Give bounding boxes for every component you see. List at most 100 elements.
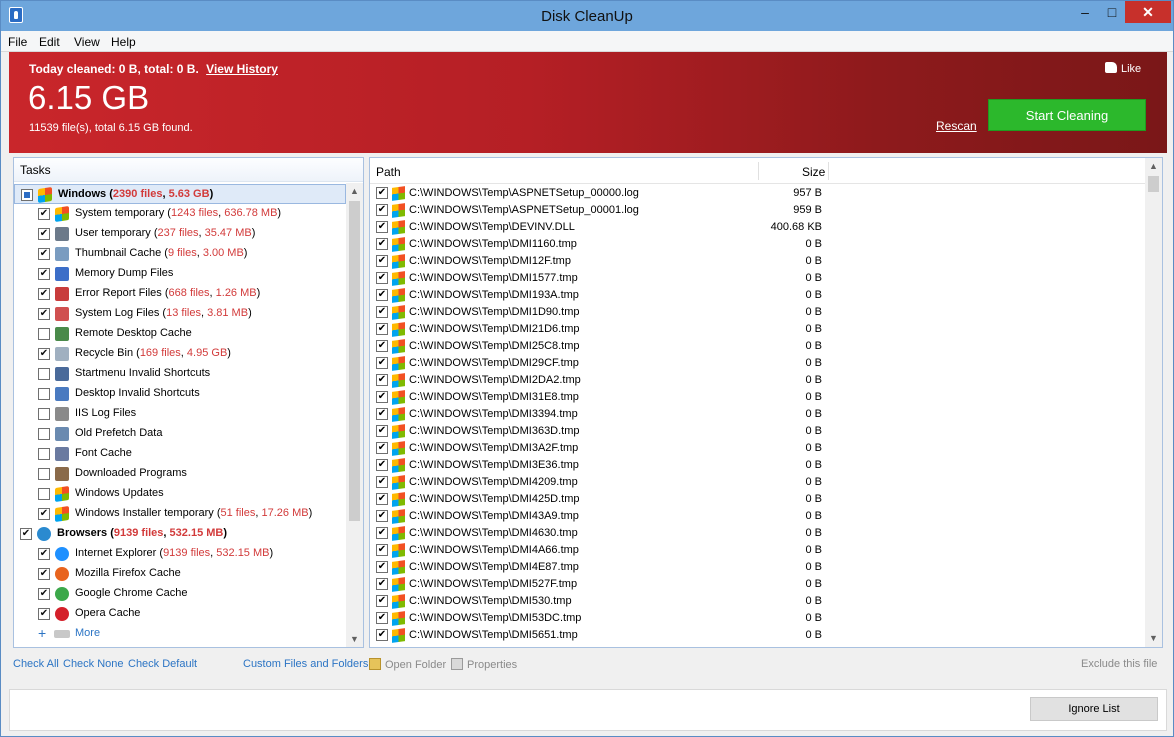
scroll-down-arrow-icon[interactable]: ▼ <box>1145 630 1162 647</box>
file-row[interactable]: ✔ C:\WINDOWS\Temp\DMI193A.tmp 0 B <box>370 287 1146 304</box>
file-checkbox[interactable]: ✔ <box>376 340 388 352</box>
column-separator[interactable] <box>828 162 829 180</box>
task-checkbox[interactable] <box>38 428 50 440</box>
file-checkbox[interactable]: ✔ <box>376 476 388 488</box>
file-row[interactable]: ✔ C:\WINDOWS\Temp\DMI21D6.tmp 0 B <box>370 321 1146 338</box>
task-item-row[interactable]: Windows Updates <box>14 484 346 504</box>
task-checkbox[interactable]: ✔ <box>38 268 50 280</box>
file-checkbox[interactable]: ✔ <box>376 221 388 233</box>
scroll-thumb[interactable] <box>1148 176 1159 192</box>
ignore-list-button[interactable]: Ignore List <box>1030 697 1158 721</box>
file-checkbox[interactable]: ✔ <box>376 357 388 369</box>
file-row[interactable]: ✔ C:\WINDOWS\Temp\DMI25C8.tmp 0 B <box>370 338 1146 355</box>
file-row[interactable]: ✔ C:\WINDOWS\Temp\DMI31E8.tmp 0 B <box>370 389 1146 406</box>
file-row[interactable]: ✔ C:\WINDOWS\Temp\DMI4A66.tmp 0 B <box>370 542 1146 559</box>
menu-edit[interactable]: Edit <box>39 35 60 49</box>
file-row[interactable]: ✔ C:\WINDOWS\Temp\DMI2DA2.tmp 0 B <box>370 372 1146 389</box>
rescan-link[interactable]: Rescan <box>936 119 977 133</box>
menu-file[interactable]: File <box>8 35 27 49</box>
file-checkbox[interactable]: ✔ <box>376 544 388 556</box>
file-row[interactable]: ✔ C:\WINDOWS\Temp\ASPNETSetup_00001.log 95… <box>370 202 1146 219</box>
file-checkbox[interactable]: ✔ <box>376 493 388 505</box>
file-row[interactable]: ✔ C:\WINDOWS\Temp\DMI43A9.tmp 0 B <box>370 508 1146 525</box>
file-list-scrollbar[interactable]: ▲ ▼ <box>1145 158 1162 647</box>
file-checkbox[interactable]: ✔ <box>376 459 388 471</box>
task-checkbox[interactable]: ✔ <box>38 608 50 620</box>
file-checkbox[interactable]: ✔ <box>376 442 388 454</box>
task-item-row[interactable]: ✔ Windows Installer temporary (51 files, … <box>14 504 346 524</box>
file-checkbox[interactable]: ✔ <box>376 629 388 641</box>
task-checkbox[interactable] <box>21 189 33 201</box>
more-tasks-row[interactable]: + More <box>14 624 346 644</box>
task-checkbox[interactable]: ✔ <box>38 508 50 520</box>
exclude-file-link[interactable]: Exclude this file <box>1081 658 1157 670</box>
file-checkbox[interactable]: ✔ <box>376 595 388 607</box>
task-item-row[interactable]: Remote Desktop Cache <box>14 324 346 344</box>
close-button[interactable]: ✕ <box>1125 1 1171 23</box>
file-row[interactable]: ✔ C:\WINDOWS\Temp\DMI5651.tmp 0 B <box>370 627 1146 644</box>
task-checkbox[interactable]: ✔ <box>38 348 50 360</box>
maximize-button[interactable]: □ <box>1098 1 1126 23</box>
file-checkbox[interactable]: ✔ <box>376 510 388 522</box>
task-item-row[interactable]: Downloaded Programs <box>14 464 346 484</box>
task-item-row[interactable]: ✔ Recycle Bin (169 files, 4.95 GB) <box>14 344 346 364</box>
menu-view[interactable]: View <box>74 35 100 49</box>
task-checkbox[interactable]: ✔ <box>38 288 50 300</box>
file-row[interactable]: ✔ C:\WINDOWS\Temp\DMI4630.tmp 0 B <box>370 525 1146 542</box>
task-checkbox[interactable] <box>38 448 50 460</box>
task-item-row[interactable]: ✔ System Log Files (13 files, 3.81 MB) <box>14 304 346 324</box>
file-checkbox[interactable]: ✔ <box>376 238 388 250</box>
task-item-row[interactable]: ✔ System temporary (1243 files, 636.78 MB… <box>14 204 346 224</box>
task-item-row[interactable]: ✔ Google Chrome Cache <box>14 584 346 604</box>
task-checkbox[interactable] <box>38 388 50 400</box>
file-row[interactable]: ✔ C:\WINDOWS\Temp\ASPNETSetup_00000.log 95… <box>370 185 1146 202</box>
column-header-path[interactable]: Path <box>376 165 401 179</box>
task-item-row[interactable]: IIS Log Files <box>14 404 346 424</box>
file-checkbox[interactable]: ✔ <box>376 289 388 301</box>
task-checkbox[interactable] <box>38 468 50 480</box>
file-row[interactable]: ✔ C:\WINDOWS\Temp\DMI3394.tmp 0 B <box>370 406 1146 423</box>
file-checkbox[interactable]: ✔ <box>376 527 388 539</box>
menu-help[interactable]: Help <box>111 35 136 49</box>
file-row[interactable]: ✔ C:\WINDOWS\Temp\DMI3A2F.tmp 0 B <box>370 440 1146 457</box>
scroll-down-arrow-icon[interactable]: ▼ <box>346 631 363 647</box>
check-all-link[interactable]: Check All <box>13 658 59 670</box>
scroll-up-arrow-icon[interactable]: ▲ <box>1145 158 1162 175</box>
file-checkbox[interactable]: ✔ <box>376 612 388 624</box>
scroll-thumb[interactable] <box>349 201 360 521</box>
open-folder-button[interactable]: Open Folder <box>369 658 446 671</box>
task-checkbox[interactable]: ✔ <box>38 248 50 260</box>
task-group-row[interactable]: ✔ Browsers (9139 files, 532.15 MB) <box>14 524 346 544</box>
check-default-link[interactable]: Check Default <box>128 658 197 670</box>
file-checkbox[interactable]: ✔ <box>376 187 388 199</box>
task-item-row[interactable]: Startmenu Invalid Shortcuts <box>14 364 346 384</box>
task-checkbox[interactable]: ✔ <box>38 568 50 580</box>
column-header-size[interactable]: Size <box>802 165 825 179</box>
view-history-link[interactable]: View History <box>206 62 278 76</box>
more-tasks-link[interactable]: More <box>75 627 100 639</box>
file-row[interactable]: ✔ C:\WINDOWS\Temp\DMI527F.tmp 0 B <box>370 576 1146 593</box>
task-checkbox[interactable] <box>38 328 50 340</box>
task-checkbox[interactable] <box>38 488 50 500</box>
task-item-row[interactable]: ✔ Thumbnail Cache (9 files, 3.00 MB) <box>14 244 346 264</box>
task-checkbox[interactable]: ✔ <box>38 208 50 220</box>
column-separator[interactable] <box>758 162 759 180</box>
tasks-scrollbar[interactable]: ▲ ▼ <box>346 183 363 647</box>
file-row[interactable]: ✔ C:\WINDOWS\Temp\DMI53DC.tmp 0 B <box>370 610 1146 627</box>
file-row[interactable]: ✔ C:\WINDOWS\Temp\DMI363D.tmp 0 B <box>370 423 1146 440</box>
task-item-row[interactable]: Old Prefetch Data <box>14 424 346 444</box>
file-row[interactable]: ✔ C:\WINDOWS\Temp\DMI425D.tmp 0 B <box>370 491 1146 508</box>
file-checkbox[interactable]: ✔ <box>376 408 388 420</box>
file-checkbox[interactable]: ✔ <box>376 306 388 318</box>
file-checkbox[interactable]: ✔ <box>376 391 388 403</box>
file-row[interactable]: ✔ C:\WINDOWS\Temp\DMI4209.tmp 0 B <box>370 474 1146 491</box>
task-checkbox[interactable]: ✔ <box>38 548 50 560</box>
task-item-row[interactable]: ✔ Internet Explorer (9139 files, 532.15 M… <box>14 544 346 564</box>
file-checkbox[interactable]: ✔ <box>376 204 388 216</box>
task-item-row[interactable]: ✔ User temporary (237 files, 35.47 MB) <box>14 224 346 244</box>
task-item-row[interactable]: ✔ Error Report Files (668 files, 1.26 MB) <box>14 284 346 304</box>
file-row[interactable]: ✔ C:\WINDOWS\Temp\DMI29CF.tmp 0 B <box>370 355 1146 372</box>
file-row[interactable]: ✔ C:\WINDOWS\Temp\DMI1D90.tmp 0 B <box>370 304 1146 321</box>
task-checkbox[interactable] <box>38 368 50 380</box>
file-checkbox[interactable]: ✔ <box>376 255 388 267</box>
